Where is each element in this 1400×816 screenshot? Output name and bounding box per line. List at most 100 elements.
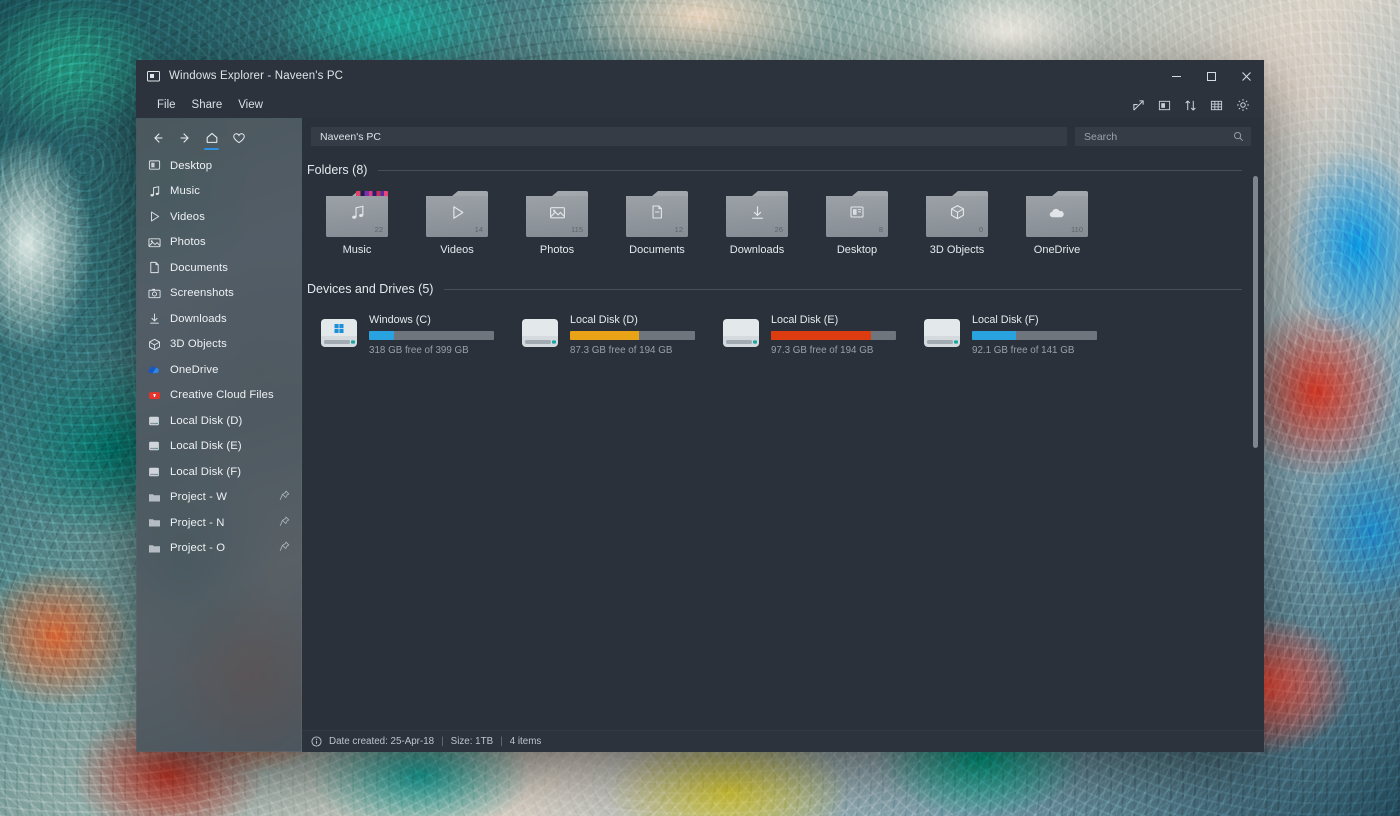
folder-graphic: 0 [926, 191, 988, 237]
sidebar-label: OneDrive [170, 363, 219, 376]
folders-grid: 22 Music 14 Videos 115 Photos 12 Documen… [307, 179, 1242, 256]
drive-usage-fill [771, 331, 871, 340]
sidebar-item-videos[interactable]: Videos [136, 204, 302, 230]
sidebar-item-downloads[interactable]: Downloads [136, 306, 302, 332]
drive-tile-windows-c[interactable]: Windows (C) 318 GB free of 399 GB [307, 313, 508, 356]
pin-icon[interactable] [279, 539, 290, 557]
sidebar-item-local-disk-d[interactable]: Local Disk (D) [136, 408, 302, 434]
search-box[interactable] [1075, 127, 1251, 146]
folder-item-count: 0 [978, 225, 983, 234]
drive-tile-local-disk-d[interactable]: Local Disk (D) 87.3 GB free of 194 GB [508, 313, 709, 356]
sort-icon[interactable] [1184, 99, 1197, 112]
menu-file[interactable]: File [149, 97, 184, 113]
address-row: Naveen's PC [302, 118, 1264, 154]
favorites-button[interactable] [227, 127, 250, 148]
home-button[interactable] [200, 127, 223, 150]
folder-graphic: 26 [726, 191, 788, 237]
window-controls [1159, 60, 1264, 92]
settings-gear-icon[interactable] [1236, 98, 1250, 112]
sidebar-label: 3D Objects [170, 338, 227, 351]
folder-label: Photos [539, 244, 575, 256]
address-bar[interactable]: Naveen's PC [311, 127, 1067, 146]
drive-usage-fill [972, 331, 1016, 340]
vertical-scrollbar[interactable] [1253, 176, 1258, 448]
desktop-icon [826, 204, 888, 220]
folder-label: Videos [440, 244, 474, 256]
folder-tile-photos[interactable]: 115 Photos [507, 191, 607, 256]
maximize-button[interactable] [1194, 60, 1229, 92]
sidebar-item-3d-objects[interactable]: 3D Objects [136, 332, 302, 358]
sidebar-item-project-o[interactable]: Project - O [136, 536, 302, 562]
folder-item-count: 12 [674, 225, 683, 234]
title-left-group: Windows Explorer - Naveen's PC [136, 70, 343, 83]
drive-free-space: 92.1 GB free of 141 GB [972, 345, 1075, 356]
drive-icon [520, 316, 560, 350]
menu-share[interactable]: Share [184, 97, 231, 113]
drive-usage-bar [570, 331, 695, 340]
menu-view[interactable]: View [230, 97, 271, 113]
drives-section-header: Devices and Drives (5) [307, 256, 1242, 298]
sidebar-item-project-w[interactable]: Project - W [136, 485, 302, 511]
folder-graphic: 12 [626, 191, 688, 237]
sidebar-item-music[interactable]: Music [136, 179, 302, 205]
folder-tile-3d-objects[interactable]: 0 3D Objects [907, 191, 1007, 256]
folder-graphic: 22 [326, 191, 388, 237]
pin-icon[interactable] [279, 488, 290, 506]
screenshot-icon [147, 286, 161, 300]
share-icon[interactable] [1132, 99, 1145, 112]
sidebar-item-photos[interactable]: Photos [136, 230, 302, 256]
folder-item-count: 22 [374, 225, 383, 234]
status-separator: | [441, 736, 444, 747]
folder-graphic: 8 [826, 191, 888, 237]
folder-label: Downloads [729, 244, 785, 256]
play-triangle-icon [147, 210, 161, 224]
drive-icon [147, 465, 161, 479]
folders-section-title: Folders (8) [307, 163, 368, 177]
sidebar-item-desktop[interactable]: Desktop [136, 153, 302, 179]
pin-icon[interactable] [279, 514, 290, 532]
drive-free-space: 87.3 GB free of 194 GB [570, 345, 673, 356]
sidebar-item-project-n[interactable]: Project - N [136, 510, 302, 536]
folder-tile-onedrive[interactable]: 110 OneDrive [1007, 191, 1107, 256]
sidebar-item-local-disk-f[interactable]: Local Disk (F) [136, 459, 302, 485]
drives-section-title: Devices and Drives (5) [307, 282, 434, 296]
document-icon [626, 204, 688, 220]
forward-button[interactable] [173, 127, 196, 148]
folder-label: Desktop [836, 244, 878, 256]
folder-item-count: 26 [774, 225, 783, 234]
folder-tile-music[interactable]: 22 Music [307, 191, 407, 256]
desktop-icon [147, 159, 161, 173]
search-input[interactable] [1084, 130, 1233, 143]
drive-tile-local-disk-e[interactable]: Local Disk (E) 97.3 GB free of 194 GB [709, 313, 910, 356]
breadcrumb-path: Naveen's PC [320, 130, 381, 143]
grid-view-icon[interactable] [1210, 99, 1223, 112]
back-button[interactable] [146, 127, 169, 148]
folder-tile-videos[interactable]: 14 Videos [407, 191, 507, 256]
folder-tile-documents[interactable]: 12 Documents [607, 191, 707, 256]
music-note-icon [326, 204, 388, 221]
folder-tile-downloads[interactable]: 26 Downloads [707, 191, 807, 256]
drive-icon [319, 316, 359, 350]
drives-grid: Windows (C) 318 GB free of 399 GB Local … [307, 298, 1242, 356]
status-bar: Date created: 25-Apr-18 | Size: 1TB | 4 … [302, 730, 1264, 752]
preview-pane-icon[interactable] [1158, 99, 1171, 112]
folder-item-count: 14 [474, 225, 483, 234]
title-bar: Windows Explorer - Naveen's PC [136, 60, 1264, 92]
window-body: Desktop Music Videos Photos Documents Sc… [136, 118, 1264, 752]
status-separator: | [500, 736, 503, 747]
close-button[interactable] [1229, 60, 1264, 92]
folder-item-count: 110 [1071, 225, 1083, 234]
sidebar-item-local-disk-e[interactable]: Local Disk (E) [136, 434, 302, 460]
minimize-button[interactable] [1159, 60, 1194, 92]
folder-tile-desktop[interactable]: 8 Desktop [807, 191, 907, 256]
explorer-window: Windows Explorer - Naveen's PC File Shar… [136, 60, 1264, 752]
sidebar-label: Creative Cloud Files [170, 389, 274, 402]
sidebar-item-onedrive[interactable]: OneDrive [136, 357, 302, 383]
sidebar-item-documents[interactable]: Documents [136, 255, 302, 281]
display-icon [147, 70, 160, 83]
search-icon[interactable] [1233, 131, 1244, 142]
drive-tile-local-disk-f[interactable]: Local Disk (F) 92.1 GB free of 141 GB [910, 313, 1111, 356]
sidebar-item-creative-cloud-files[interactable]: Creative Cloud Files [136, 383, 302, 409]
drive-icon [721, 316, 761, 350]
sidebar-item-screenshots[interactable]: Screenshots [136, 281, 302, 307]
